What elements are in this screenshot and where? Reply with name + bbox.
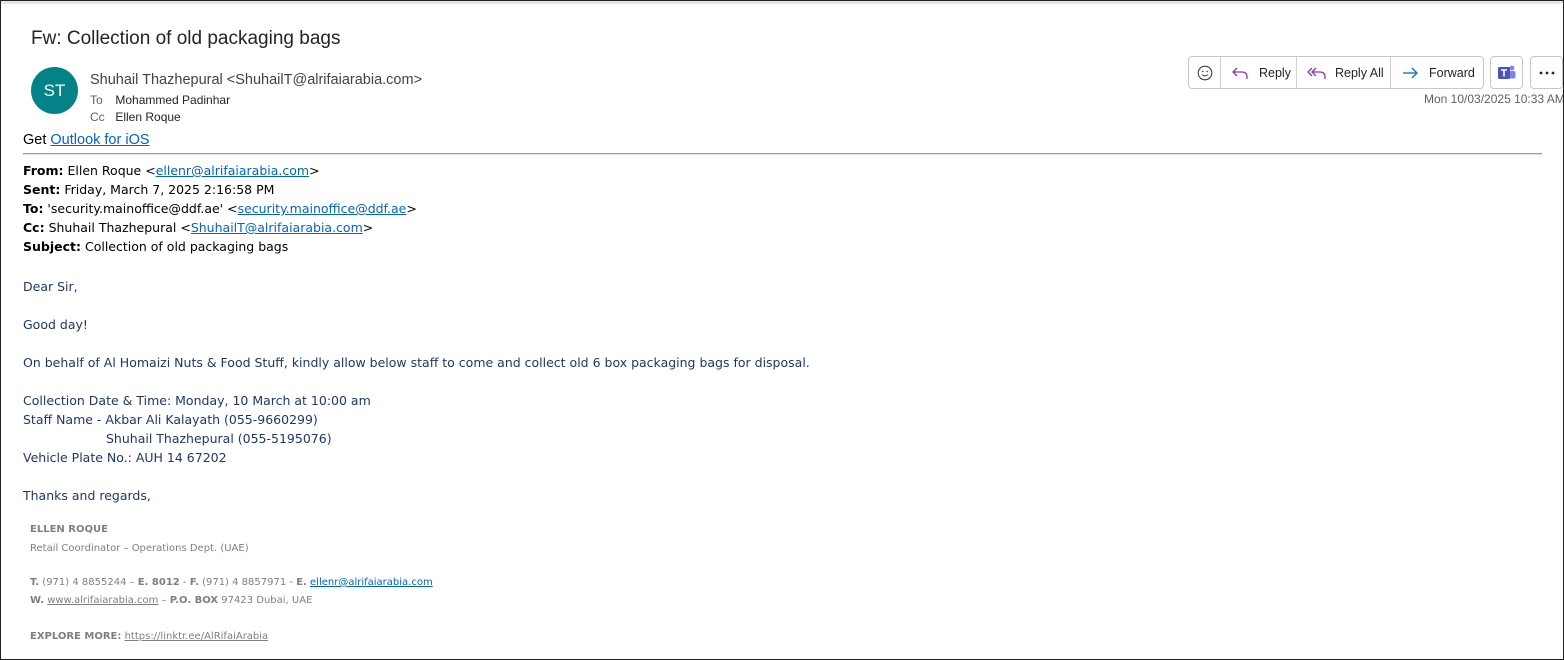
to-recipient[interactable]: Mohammed Padinhar (115, 93, 230, 107)
body-staff-1: Staff Name - Akbar Ali Kalayath (055-966… (23, 412, 318, 427)
forwarded-to: To: 'security.mainoffice@ddf.ae' <securi… (23, 199, 417, 218)
body-good-day: Good day! (23, 317, 88, 332)
get-prefix: Get (23, 132, 51, 148)
reply-label: Reply (1259, 65, 1291, 80)
signature-web: W. www.alrifaiarabia.com – P.O. BOX 9742… (30, 595, 312, 606)
sig-email-label: E. (296, 577, 307, 588)
avatar-initials: ST (43, 80, 66, 100)
sig-website-link[interactable]: www.alrifaiarabia.com (47, 595, 158, 606)
fwd-cc-email-link[interactable]: ShuhailT@alrifaiarabia.com (191, 220, 363, 235)
signature-explore: EXPLORE MORE: https://linktr.ee/AlRifaiA… (30, 631, 268, 642)
reply-all-icon (1307, 67, 1326, 79)
reply-all-label: Reply All (1335, 65, 1384, 80)
body-collection-time: Collection Date & Time: Monday, 10 March… (23, 393, 371, 408)
sig-po-value: 97423 Dubai, UAE (218, 595, 313, 606)
teams-button[interactable] (1490, 56, 1523, 89)
sig-t-label: T. (30, 577, 40, 588)
signature-contacts: T. (971) 4 8855244 – E. 8012 - F. (971) … (30, 577, 433, 588)
cc-recipient[interactable]: Ellen Roque (115, 110, 180, 124)
top-border (1, 1, 1563, 4)
sig-po-label: P.O. BOX (169, 595, 219, 606)
forward-arrow-icon (1403, 67, 1418, 78)
email-subject: Fw: Collection of old packaging bags (31, 28, 341, 49)
sig-ext-label: E. 8012 (137, 577, 180, 588)
fwd-to-email-link[interactable]: security.mainoffice@ddf.ae (238, 201, 407, 216)
fwd-subject-label: Subject: (23, 239, 81, 254)
fwd-to-name: 'security.mainoffice@ddf.ae' < (43, 201, 238, 216)
cc-label: Cc (90, 110, 105, 124)
to-recipients: To Mohammed Padinhar (90, 93, 230, 107)
sig-t-value: (971) 4 8855244 – (39, 577, 138, 588)
email-reading-pane: Fw: Collection of old packaging bags ST … (0, 0, 1564, 660)
fwd-to-end: > (406, 201, 417, 216)
fwd-to-label: To: (23, 201, 44, 216)
sig-f-label: F. (189, 577, 199, 588)
sig-w-label: W. (30, 595, 45, 606)
forwarded-cc: Cc: Shuhail Thazhepural <ShuhailT@alrifa… (23, 218, 417, 237)
body-vehicle: Vehicle Plate No.: AUH 14 67202 (23, 450, 227, 465)
fwd-cc-name: Shuhail Thazhepural < (44, 220, 191, 235)
forwarded-header: From: Ellen Roque <ellenr@alrifaiarabia.… (23, 161, 417, 256)
forwarded-subject: Subject: Collection of old packaging bag… (23, 237, 417, 256)
sent-label: Sent: (23, 182, 61, 197)
reply-all-button[interactable]: Reply All (1297, 57, 1391, 88)
sent-value: Friday, March 7, 2025 2:16:58 PM (60, 182, 275, 197)
more-icon (1539, 71, 1554, 74)
sig-sep: - (179, 577, 190, 588)
cc-recipients: Cc Ellen Roque (90, 110, 181, 124)
smiley-icon (1197, 65, 1212, 80)
fwd-subject-value: Collection of old packaging bags (81, 239, 289, 254)
body-staff-2: Shuhail Thazhepural (055-5195076) (106, 431, 332, 446)
forward-button[interactable]: Forward (1391, 57, 1482, 88)
get-outlook-line: Get Outlook for iOS (23, 132, 150, 148)
sender-name[interactable]: Shuhail Thazhepural <ShuhailT@alrifaiara… (90, 72, 422, 88)
forward-label: Forward (1429, 65, 1475, 80)
reply-button[interactable]: Reply (1221, 57, 1297, 88)
teams-icon (1497, 65, 1515, 79)
signature-name: ELLEN ROQUE (30, 524, 108, 535)
sender-avatar[interactable]: ST (31, 67, 78, 114)
to-label: To (90, 93, 103, 107)
from-email-link[interactable]: ellenr@alrifaiarabia.com (156, 163, 309, 178)
sig-email-link[interactable]: ellenr@alrifaiarabia.com (310, 577, 433, 588)
body-greeting: Dear Sir, (23, 279, 78, 294)
from-name: Ellen Roque < (63, 163, 156, 178)
signature-name-text: ELLEN ROQUE (30, 524, 108, 535)
forwarded-sent: Sent: Friday, March 7, 2025 2:16:58 PM (23, 180, 417, 199)
more-actions-button[interactable] (1530, 56, 1563, 89)
from-end: > (309, 163, 320, 178)
outlook-ios-link[interactable]: Outlook for iOS (50, 132, 149, 148)
forwarded-from: From: Ellen Roque <ellenr@alrifaiarabia.… (23, 161, 417, 180)
fwd-cc-end: > (362, 220, 374, 235)
body-request: On behalf of Al Homaizi Nuts & Food Stuf… (23, 355, 810, 370)
received-date: Mon 10/03/2025 10:33 AM (1424, 92, 1564, 106)
signature-title: Retail Coordinator – Operations Dept. (U… (30, 543, 249, 554)
fwd-cc-label: Cc: (23, 220, 45, 235)
sig-po-sep: – (158, 595, 170, 606)
sig-f-value: (971) 4 8857971 - (198, 577, 297, 588)
from-label: From: (23, 163, 64, 178)
divider (23, 153, 1542, 155)
sig-explore-link[interactable]: https://linktr.ee/AlRifaiArabia (125, 631, 269, 642)
reaction-button[interactable] (1189, 57, 1221, 88)
reply-icon (1232, 67, 1248, 79)
sig-explore-label: EXPLORE MORE: (30, 631, 122, 642)
body-closing: Thanks and regards, (23, 488, 151, 503)
message-actions-toolbar: Reply Reply All Forward (1188, 56, 1484, 89)
